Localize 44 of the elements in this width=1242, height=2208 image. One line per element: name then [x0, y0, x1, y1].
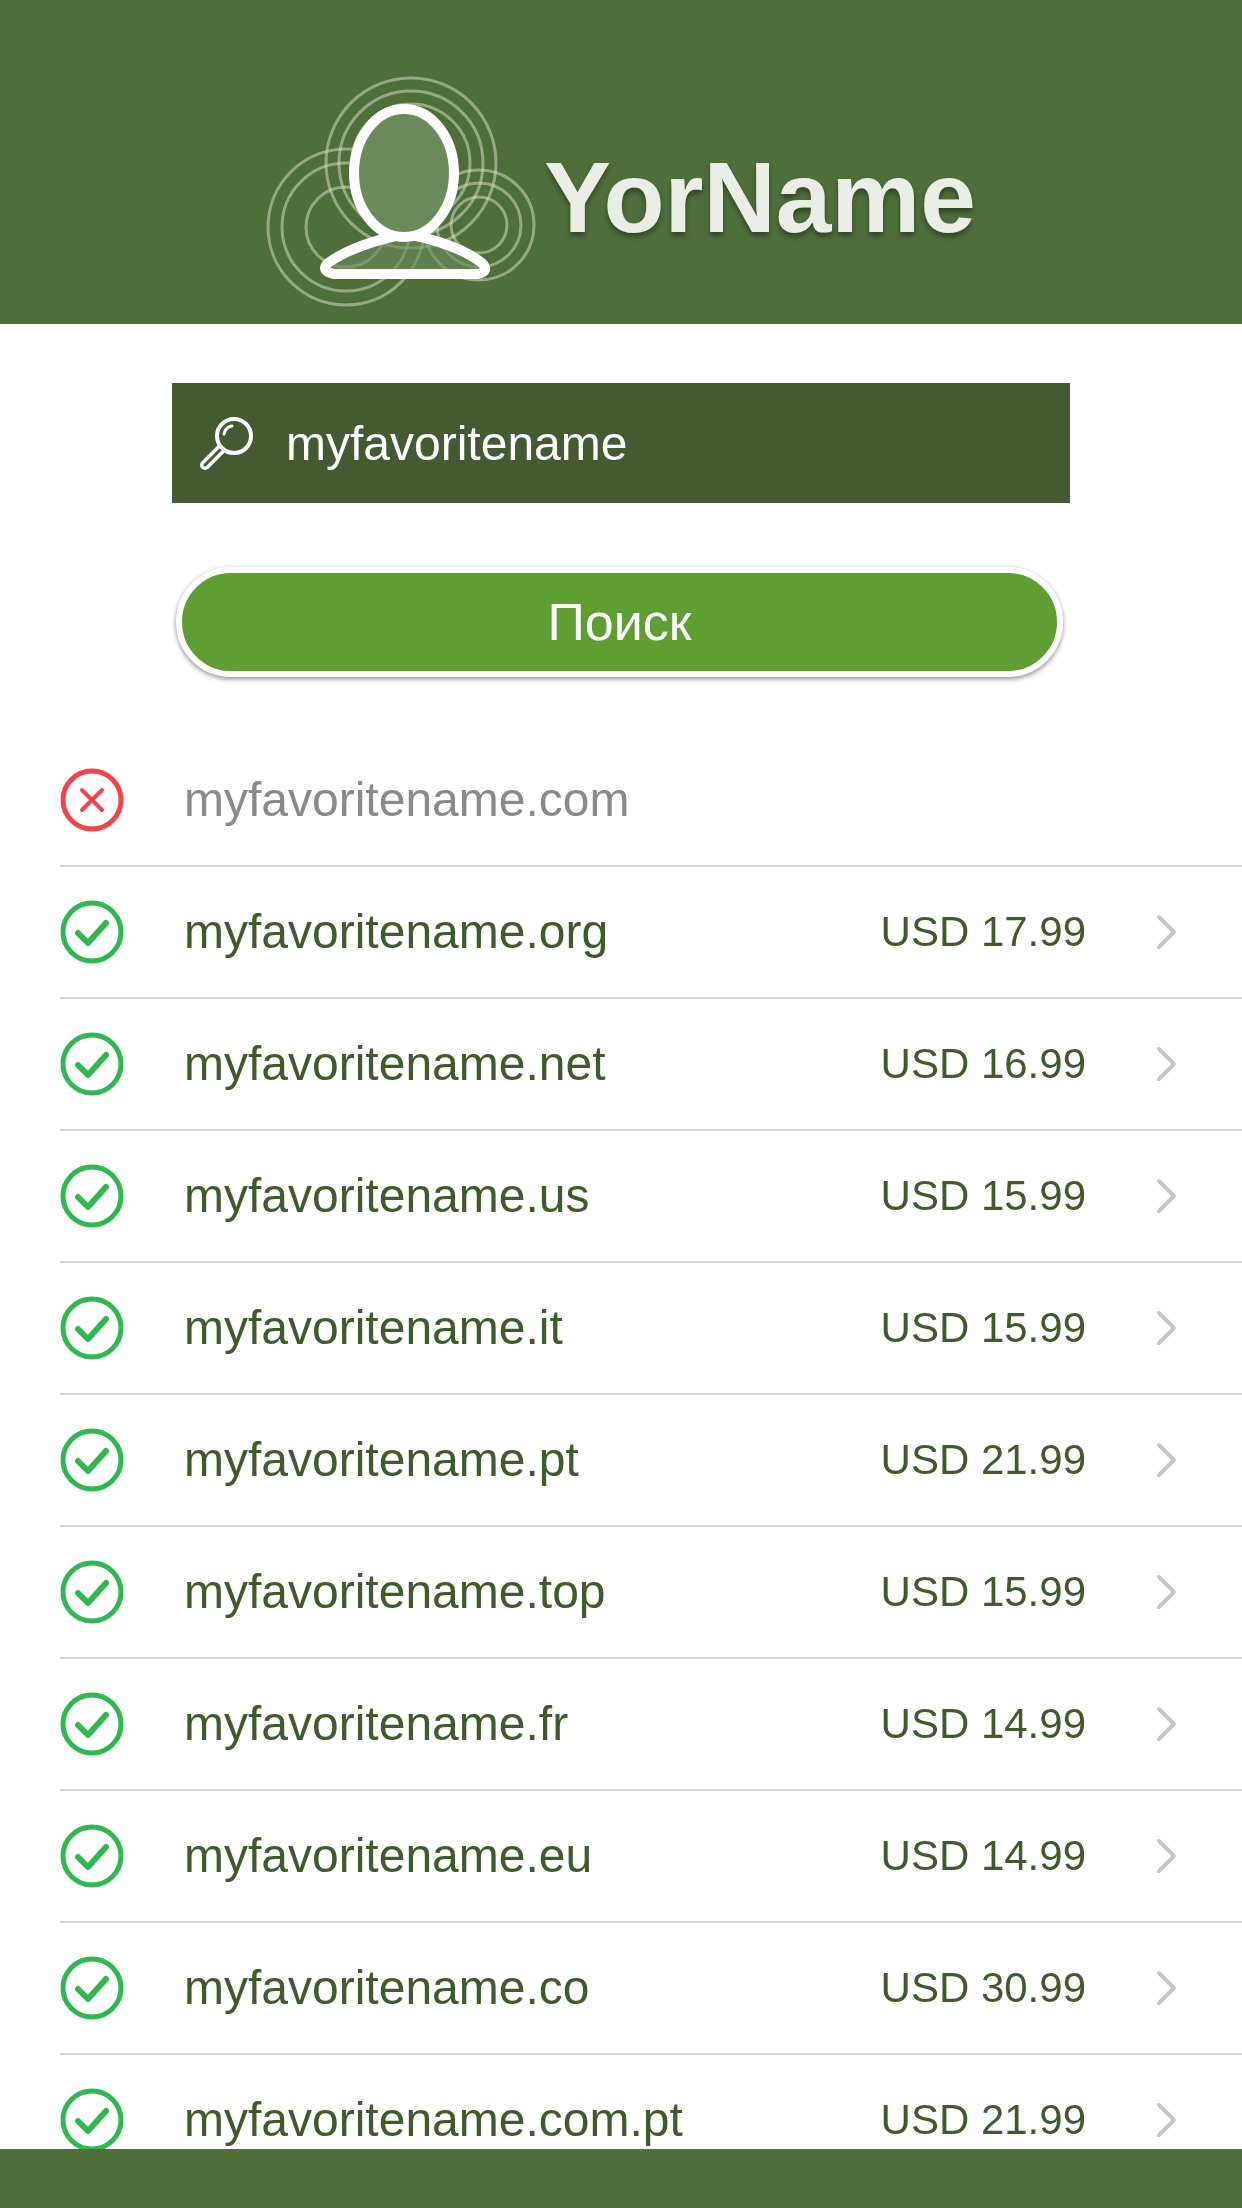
domain-list-item[interactable]: myfavoritename.eu USD 14.99	[60, 1791, 1242, 1923]
domain-name: myfavoritename.com	[184, 776, 631, 824]
logo-text: YorName	[544, 147, 976, 247]
domain-name: myfavoritename.pt	[184, 1436, 580, 1484]
price-text: USD 21.99	[880, 2099, 1086, 2141]
domain-name: myfavoritename.it	[184, 1304, 564, 1352]
domain-name: myfavoritename.org	[184, 908, 610, 956]
search-field[interactable]: myfavoritename	[172, 383, 1070, 503]
search-icon	[198, 414, 256, 472]
chevron-right-icon	[1156, 1046, 1178, 1082]
chevron-right-icon	[1156, 1838, 1178, 1874]
chevron-right-icon	[1156, 1970, 1178, 2006]
chevron-right-icon	[1156, 2102, 1178, 2138]
price-text: USD 15.99	[880, 1175, 1086, 1217]
chevron-right-icon	[1156, 1310, 1178, 1346]
price-text: USD 30.99	[880, 1967, 1086, 2009]
person-logo-icon	[266, 75, 537, 307]
domain-name: myfavoritename.co	[184, 1964, 591, 2012]
chevron-right-icon	[1156, 1178, 1178, 1214]
price-text: USD 15.99	[880, 1571, 1086, 1613]
price-text: USD 17.99	[880, 911, 1086, 953]
domain-list-item[interactable]: myfavoritename.it USD 15.99	[60, 1263, 1242, 1395]
domain-list-item[interactable]: myfavoritename.co USD 30.99	[60, 1923, 1242, 2055]
price-text: USD 21.99	[880, 1439, 1086, 1481]
price-text: USD 14.99	[880, 1703, 1086, 1745]
domain-name: myfavoritename.top	[184, 1568, 607, 1616]
chevron-right-icon	[1156, 1706, 1178, 1742]
chevron-right-icon	[1156, 914, 1178, 950]
domain-name: myfavoritename.eu	[184, 1832, 594, 1880]
domain-name: myfavoritename.us	[184, 1172, 591, 1220]
chevron-right-icon	[1156, 1442, 1178, 1478]
domain-list-item[interactable]: myfavoritename.net USD 16.99	[60, 999, 1242, 1131]
domain-list-item[interactable]: myfavoritename.org USD 17.99	[60, 867, 1242, 999]
domain-list-item[interactable]: myfavoritename.top USD 15.99	[60, 1527, 1242, 1659]
price-text: USD 14.99	[880, 1835, 1086, 1877]
domain-list-item[interactable]: myfavoritename.us USD 15.99	[60, 1131, 1242, 1263]
domain-name: myfavoritename.net	[184, 1040, 607, 1088]
domain-name: myfavoritename.com.pt	[184, 2096, 684, 2144]
domain-list-item[interactable]: myfavoritename.pt USD 21.99	[60, 1395, 1242, 1527]
domain-name: myfavoritename.fr	[184, 1700, 570, 1748]
price-text: USD 16.99	[880, 1043, 1086, 1085]
domain-list-item[interactable]: myfavoritename.fr USD 14.99	[60, 1659, 1242, 1791]
price-text: USD 15.99	[880, 1307, 1086, 1349]
chevron-right-icon	[1156, 1574, 1178, 1610]
